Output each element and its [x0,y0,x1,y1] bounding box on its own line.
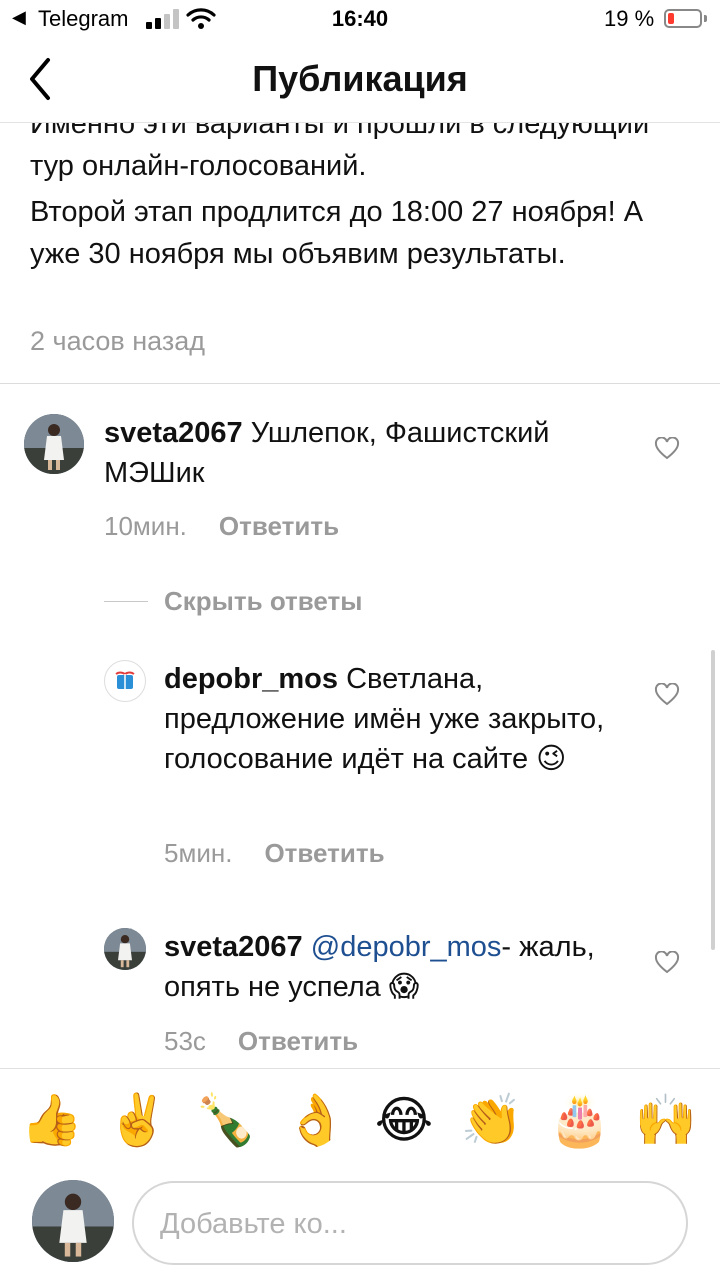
reply-button[interactable]: Ответить [219,511,339,541]
screaming-face-emoji: 😱 [388,971,420,1003]
post-caption: Именно эти варианты и прошли в следующий… [30,103,690,275]
reply-meta: 53с Ответить [164,1026,358,1057]
ok-hand-emoji-button[interactable]: 👌 [284,1088,348,1152]
user-photo-icon [24,414,84,474]
battery-icon [664,9,702,28]
reply-body: depobr_mos Светлана, предложение имён уж… [164,659,634,779]
raising-hands-emoji-button[interactable]: 🙌 [634,1088,698,1152]
battery-cap [704,15,707,22]
status-bar: ◀ Telegram 16:40 19 % [0,0,720,40]
thumbs-up-emoji-button[interactable]: 👍 [20,1088,84,1152]
comment-input-box[interactable] [132,1181,688,1265]
victory-hand-emoji-button[interactable]: ✌️ [106,1088,170,1152]
comment-username[interactable]: sveta2067 [104,417,243,449]
hide-replies-line [104,601,148,602]
current-user-avatar [32,1180,114,1262]
nav-bar: Публикация [0,44,720,123]
reply-time: 5мин. [164,838,233,868]
champagne-emoji-button[interactable]: 🍾 [194,1088,258,1152]
heart-icon[interactable] [654,683,680,707]
reply-time: 53с [164,1026,206,1056]
reply-button[interactable]: Ответить [238,1026,358,1056]
comment-body: sveta2067 Ушлепок, Фашистский МЭШик [104,413,624,493]
divider [0,383,720,384]
user-photo-icon [32,1180,114,1262]
comment-input[interactable] [158,1199,662,1249]
reply-meta: 5мин. Ответить [164,838,385,869]
reply-button[interactable]: Ответить [264,838,384,868]
avatar[interactable] [104,928,146,970]
battery-percentage: 19 % [604,6,655,31]
tears-of-joy-emoji-button[interactable]: 😂 [372,1088,436,1152]
clapping-hands-emoji-button[interactable]: 👏 [460,1088,524,1152]
comment-time: 10мин. [104,511,187,541]
reply-username[interactable]: depobr_mos [164,663,338,695]
winking-face-emoji: 😉 [536,743,567,775]
mention-link[interactable]: @depobr_mos [311,931,502,963]
hide-replies-button[interactable]: Скрыть ответы [164,586,362,617]
comment-meta: 10мин. Ответить [104,511,339,542]
reply-body: sveta2067 @depobr_mos- жаль, опять не ус… [164,927,634,1007]
caption-paragraph-2: Второй этап продлится до 18:00 27 ноября… [30,196,644,270]
avatar[interactable] [104,660,146,702]
book-logo-icon [106,662,144,700]
heart-icon[interactable] [654,437,680,461]
heart-icon[interactable] [654,951,680,975]
avatar[interactable] [24,414,84,474]
reply-username[interactable]: sveta2067 [164,931,303,963]
post-timestamp: 2 часов назад [30,326,206,356]
page-title: Публикация [252,58,468,99]
scrollbar[interactable] [711,650,715,950]
user-photo-icon [104,928,146,970]
birthday-cake-emoji-button[interactable]: 🎂 [548,1088,612,1152]
